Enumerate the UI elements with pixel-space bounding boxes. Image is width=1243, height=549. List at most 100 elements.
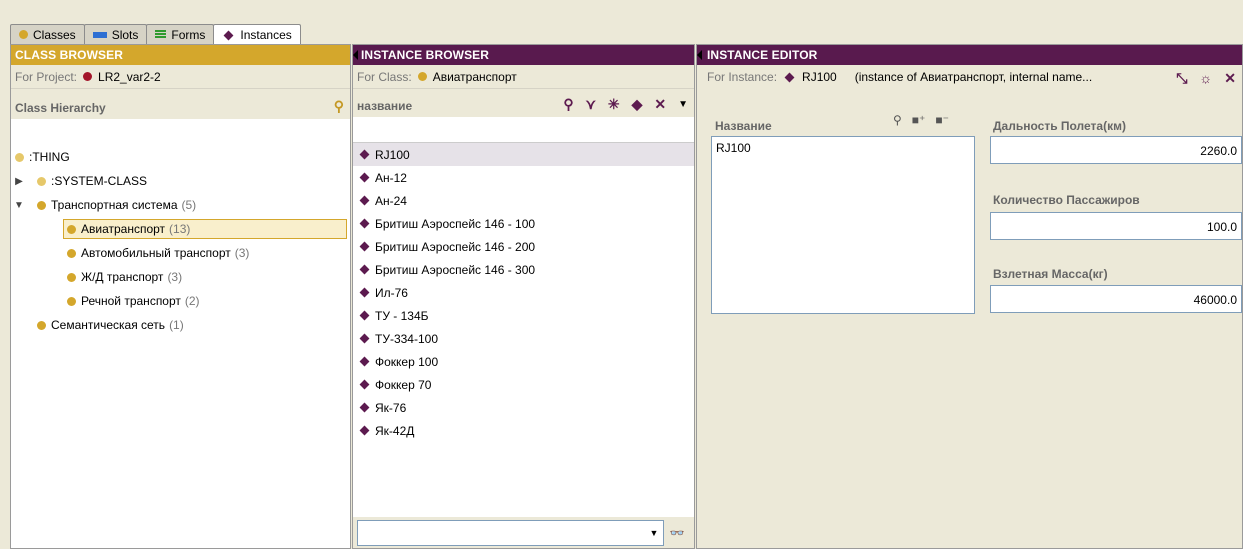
references-icon[interactable]: ⤡ bbox=[1176, 70, 1187, 87]
instance-editor-panel: INSTANCE EDITOR For Instance: RJ100 (ins… bbox=[696, 44, 1243, 549]
references-icon[interactable]: ⋎ bbox=[586, 96, 596, 113]
class-dot-icon bbox=[417, 72, 427, 81]
editor-toolbar: ⤡ ☼ ✕ bbox=[1176, 70, 1236, 87]
instance-label: Бритиш Аэроспейс 146 - 100 bbox=[375, 216, 536, 231]
field-label-takeoff-mass: Взлетная Масса(кг) bbox=[993, 267, 1108, 281]
instance-diamond-icon bbox=[359, 287, 370, 298]
customize-icon[interactable]: ☼ bbox=[1199, 70, 1212, 87]
instance-list-item[interactable]: ТУ - 134Б bbox=[353, 304, 694, 327]
binoculars-icon[interactable]: 👓 bbox=[664, 526, 690, 540]
passengers-field[interactable]: 100.0 bbox=[990, 212, 1242, 240]
instance-diamond-icon bbox=[359, 218, 370, 229]
add-value-icon[interactable]: ■⁺ bbox=[912, 113, 926, 127]
find-class-icon[interactable]: ⚲ bbox=[334, 98, 344, 115]
class-dot-icon bbox=[67, 224, 76, 234]
takeoff-mass-field[interactable]: 46000.0 bbox=[990, 285, 1242, 313]
class-dot-icon bbox=[37, 200, 46, 210]
class-dot-icon bbox=[67, 272, 76, 282]
tab-instances[interactable]: Instances bbox=[213, 24, 301, 45]
project-name: LR2_var2-2 bbox=[98, 69, 161, 84]
tree-node-system-class[interactable]: ▶ :SYSTEM-CLASS bbox=[11, 169, 350, 193]
instance-list-item[interactable]: Фоккер 100 bbox=[353, 350, 694, 373]
instance-diamond-icon bbox=[359, 356, 370, 367]
expand-arrow-icon[interactable]: ▶ bbox=[13, 176, 25, 187]
instance-list-item[interactable]: Бритиш Аэроспейс 146 - 200 bbox=[353, 235, 694, 258]
field-label-range: Дальность Полета(км) bbox=[993, 119, 1126, 133]
instance-label: Фоккер 70 bbox=[375, 377, 432, 392]
project-label: For Project: bbox=[15, 69, 78, 84]
instance-list-item[interactable]: Бритиш Аэроспейс 146 - 300 bbox=[353, 258, 694, 281]
instance-diamond-icon bbox=[359, 425, 370, 436]
tree-node-rail-transport[interactable]: Ж/Д транспорт (3) bbox=[11, 265, 350, 289]
tab-classes[interactable]: Classes bbox=[10, 24, 85, 44]
instance-list-item[interactable]: Як-42Д bbox=[353, 419, 694, 442]
tree-node-label: :SYSTEM-CLASS bbox=[51, 174, 148, 188]
class-dot-icon bbox=[67, 296, 76, 306]
collapse-arrow-icon[interactable]: ▼ bbox=[13, 200, 25, 211]
instance-description: (instance of Авиатранспорт, internal nam… bbox=[854, 70, 1093, 84]
instance-diamond-icon bbox=[359, 195, 370, 206]
instance-label: ТУ-334-100 bbox=[375, 331, 438, 346]
search-dropdown-icon[interactable]: ▼ bbox=[648, 523, 660, 543]
tree-node-label: Речной транспорт bbox=[81, 294, 181, 308]
instance-diamond-icon bbox=[223, 30, 234, 40]
tree-node-semantic-net[interactable]: Семантическая сеть (1) bbox=[11, 313, 350, 337]
window-top-strip bbox=[0, 0, 1243, 24]
instance-list-item[interactable]: ТУ-334-100 bbox=[353, 327, 694, 350]
instance-list-item[interactable]: RJ100 bbox=[353, 143, 694, 166]
copy-instance-icon[interactable]: ◆ bbox=[632, 96, 643, 113]
range-field[interactable]: 2260.0 bbox=[990, 136, 1242, 164]
tab-slots[interactable]: Slots bbox=[83, 24, 148, 44]
delete-icon[interactable]: ✕ bbox=[1224, 70, 1236, 87]
tree-node-auto-transport[interactable]: Автомобильный транспорт (3) bbox=[11, 241, 350, 265]
project-icon bbox=[83, 72, 93, 81]
tree-node-count: (13) bbox=[169, 222, 191, 236]
for-instance-row: For Instance: RJ100 (instance of Авиатра… bbox=[697, 65, 1242, 89]
tree-node-aviatransport[interactable]: Авиатранспорт (13) bbox=[11, 217, 350, 241]
instance-list-item[interactable]: Ан-12 bbox=[353, 166, 694, 189]
instance-list-item[interactable]: Як-76 bbox=[353, 396, 694, 419]
tree-node-count: (2) bbox=[184, 294, 200, 308]
class-hierarchy-label: Class Hierarchy bbox=[15, 101, 106, 115]
instance-label: Як-76 bbox=[375, 400, 407, 415]
name-value-list[interactable]: RJ100 bbox=[711, 136, 975, 314]
tree-node-label: :THING bbox=[29, 150, 70, 164]
find-icon[interactable]: ⚲ bbox=[893, 113, 902, 127]
slot-icon bbox=[92, 31, 107, 38]
instance-list-item[interactable]: Ан-24 bbox=[353, 189, 694, 212]
tab-label: Classes bbox=[33, 27, 76, 42]
for-class-row: For Class: Авиатранспорт bbox=[353, 65, 694, 89]
tree-node-transport-system[interactable]: ▼ Транспортная система (5) bbox=[11, 193, 350, 217]
instance-label: Фоккер 100 bbox=[375, 354, 439, 369]
instance-search-input[interactable]: ▼ bbox=[357, 520, 664, 546]
instance-list-item[interactable]: Фоккер 70 bbox=[353, 373, 694, 396]
class-hierarchy-header: Class Hierarchy ⚲ bbox=[11, 89, 350, 119]
instance-list-item[interactable]: Бритиш Аэроспейс 146 - 100 bbox=[353, 212, 694, 235]
delete-instance-icon[interactable]: ✕ bbox=[654, 96, 666, 113]
form-icon bbox=[155, 30, 167, 39]
selected-node-box: Авиатранспорт (13) bbox=[63, 219, 347, 239]
instance-diamond-icon bbox=[784, 72, 795, 82]
create-instance-icon[interactable]: ✳ bbox=[608, 96, 620, 113]
for-instance-name: RJ100 bbox=[802, 70, 837, 84]
for-instance-label: For Instance: bbox=[707, 70, 778, 84]
instance-diamond-icon bbox=[359, 241, 370, 252]
collapse-left-icon[interactable] bbox=[353, 50, 358, 60]
instance-label: Ил-76 bbox=[375, 285, 408, 300]
instance-diamond-icon bbox=[359, 172, 370, 183]
tree-node-thing[interactable]: :THING bbox=[11, 145, 350, 169]
tree-node-river-transport[interactable]: Речной транспорт (2) bbox=[11, 289, 350, 313]
tab-forms[interactable]: Forms bbox=[146, 24, 215, 44]
class-dot-icon bbox=[37, 320, 46, 330]
instance-label: Ан-24 bbox=[375, 193, 407, 208]
remove-value-icon[interactable]: ■⁻ bbox=[935, 113, 949, 127]
collapse-left-icon[interactable] bbox=[697, 50, 702, 60]
instance-diamond-icon bbox=[359, 149, 370, 160]
tree-node-count: (1) bbox=[169, 318, 184, 332]
more-dropdown-icon[interactable]: ▼ bbox=[678, 99, 688, 110]
tree-node-label: Транспортная система bbox=[51, 198, 178, 212]
instance-diamond-icon bbox=[359, 264, 370, 275]
find-instance-icon[interactable]: ⚲ bbox=[563, 96, 573, 113]
instance-list-item[interactable]: Ил-76 bbox=[353, 281, 694, 304]
main-tabs: Classes Slots Forms Instances bbox=[10, 24, 301, 45]
